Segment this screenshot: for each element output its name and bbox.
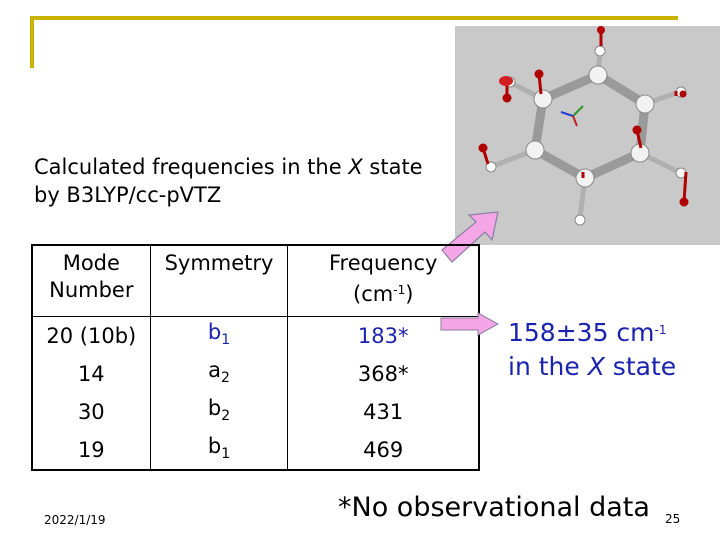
symmetry-cell: b1 (150, 316, 289, 355)
table-row: 19 b1 469 (32, 431, 479, 470)
result-state-symbol: X (587, 352, 605, 381)
slide-frame-top-bar (30, 16, 678, 20)
frequency-table: Mode Number Symmetry Frequency (cm-1) 20… (31, 244, 480, 471)
header-symmetry: Symmetry (150, 245, 289, 317)
footnote: *No observational data (338, 492, 650, 523)
title-state-symbol: X (348, 155, 363, 179)
frequency-cell: 469 (363, 438, 404, 462)
result-exponent: -1 (654, 323, 667, 337)
right-arrow-icon (440, 312, 500, 336)
symmetry-cell: b1 (150, 431, 289, 470)
mode-cell: 30 (32, 393, 151, 431)
result-value: 158±35 cm (508, 318, 655, 347)
header-frequency: Frequency (cm-1) (328, 251, 438, 306)
table-row: 30 b2 431 (32, 393, 479, 431)
mode-cell: 14 (32, 355, 151, 393)
table-row: 14 a2 368* (32, 355, 479, 393)
slide-date: 2022/1/19 (44, 513, 106, 527)
header-mode-number: Mode Number (32, 245, 151, 317)
slide-frame-left-bar (30, 16, 34, 68)
frequency-cell: 431 (363, 400, 404, 424)
title-line2: by B3LYP/cc-pVTZ (34, 183, 222, 207)
title-line1-prefix: Calculated frequencies in the (34, 155, 349, 179)
mode-cell: 19 (32, 431, 151, 470)
mode-cell: 20 (10b) (32, 316, 151, 355)
experimental-result: 158±35 cm-1 in the X state (508, 318, 677, 381)
page-number: 25 (665, 512, 681, 526)
table-row: 20 (10b) b1 183* (32, 316, 479, 355)
frequency-cell: 368* (357, 362, 409, 386)
slide-title: Calculated frequencies in the X state by… (34, 153, 423, 209)
symmetry-cell: b2 (150, 393, 289, 431)
title-line1-suffix: state (362, 155, 423, 179)
symmetry-cell: a2 (150, 355, 289, 393)
table-header-row: Mode Number Symmetry Frequency (cm-1) (32, 245, 479, 317)
